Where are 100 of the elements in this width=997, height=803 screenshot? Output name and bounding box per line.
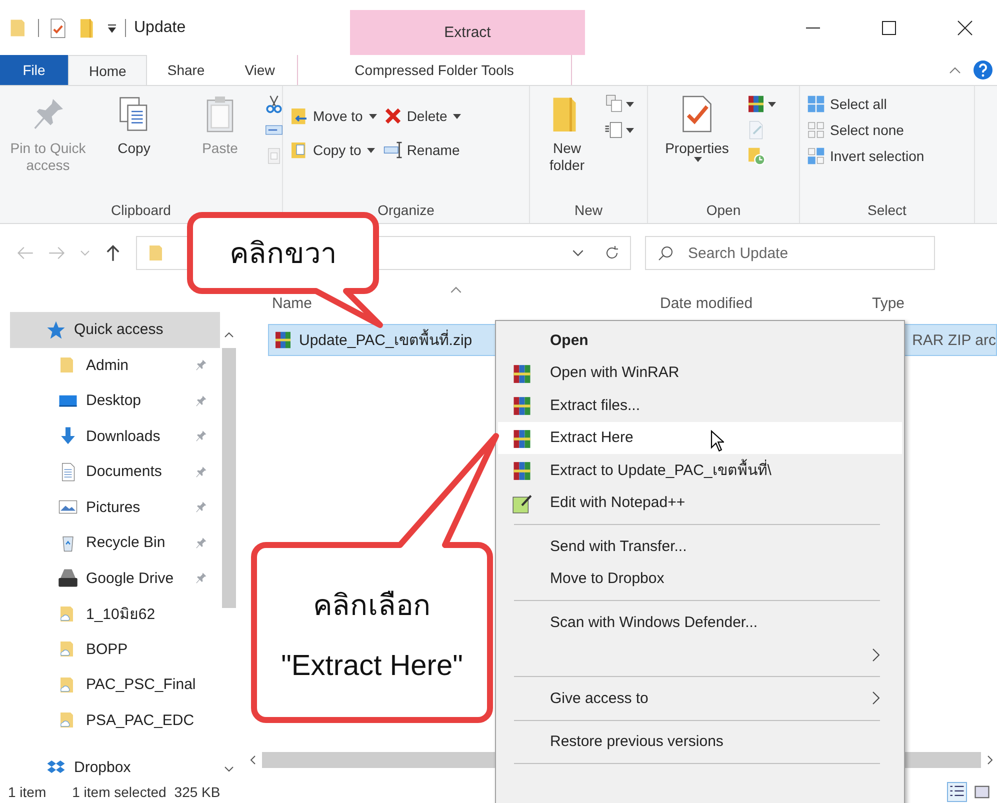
ribbon-icon-button[interactable] [746, 94, 776, 114]
context-tab-header: Extract [350, 10, 585, 55]
menu-item[interactable]: Extract Here [498, 422, 902, 454]
maximize-icon[interactable] [881, 20, 897, 36]
nav-item[interactable]: Quick access [10, 312, 220, 348]
star-icon [46, 320, 66, 340]
callout-text: คลิกเลือก [313, 589, 431, 624]
search-field[interactable]: Search Update [686, 244, 922, 262]
nav-item[interactable]: Downloads [0, 418, 220, 454]
ribbon-button[interactable]: Rename [382, 140, 462, 160]
scroll-down-icon[interactable] [224, 766, 234, 772]
ribbon-button[interactable]: Move to [289, 106, 377, 126]
menu-item[interactable]: Send with Transfer... [498, 530, 902, 562]
ribbon-button[interactable]: Select all [806, 94, 924, 114]
new-item-icon [604, 94, 624, 114]
move-folder-icon [289, 106, 309, 126]
ribbon-button[interactable]: Copy [92, 94, 176, 157]
nav-item[interactable]: Documents [0, 454, 220, 490]
menu-item[interactable]: Open [498, 324, 902, 356]
ribbon-button[interactable]: Select none [806, 120, 924, 140]
menu-item[interactable]: Edit with Notepad++ [498, 486, 902, 519]
column-header[interactable]: Date modified [660, 295, 872, 312]
scroll-left-icon[interactable] [250, 755, 256, 765]
scissors-icon [264, 94, 284, 114]
ribbon-icon-button[interactable] [604, 120, 634, 140]
nav-item[interactable]: Recycle Bin [0, 525, 220, 560]
dropdown-caret-icon[interactable] [572, 249, 584, 257]
window-title: Update [134, 18, 186, 36]
menu-item[interactable]: Give access to [498, 682, 902, 714]
callout-text: "Extract Here" [281, 650, 463, 683]
refresh-icon[interactable] [604, 245, 620, 261]
search-bar[interactable]: Search Update [645, 236, 935, 270]
menu-item[interactable]: Open with WinRAR [498, 356, 902, 389]
menu-item[interactable]: Scan with Windows Defender... [498, 606, 902, 638]
nav-item[interactable]: Desktop [0, 383, 220, 418]
ribbon-icon-button[interactable] [604, 94, 634, 114]
menu-item[interactable]: Restore previous versions [498, 726, 902, 758]
column-header[interactable]: Type [872, 295, 905, 312]
ribbon-tab[interactable]: Share [147, 55, 225, 85]
select-none-icon [806, 120, 826, 140]
up-arrow-icon[interactable] [104, 244, 122, 262]
ribbon-button[interactable]: New folder [536, 94, 598, 174]
ribbon-button[interactable]: Delete [382, 106, 462, 126]
pin-icon [194, 394, 208, 408]
ribbon-button[interactable]: Properties [654, 94, 740, 162]
archive-icon [746, 94, 766, 114]
archive-icon [511, 362, 533, 384]
scroll-right-icon[interactable] [987, 755, 993, 765]
group-label: Select [866, 201, 908, 220]
scroll-up-icon[interactable] [224, 332, 234, 338]
pin-icon [194, 500, 208, 514]
scroll-thumb[interactable] [222, 348, 236, 608]
ribbon-tab[interactable]: File [0, 55, 68, 85]
rename-icon [382, 140, 403, 160]
menu-item[interactable]: Move to Dropbox [498, 562, 902, 595]
pin-icon [194, 358, 208, 372]
pin-icon [194, 464, 208, 479]
ribbon-button[interactable]: Invert selection [806, 146, 924, 166]
archive-icon [273, 330, 293, 350]
select-all-icon [806, 94, 826, 114]
nav-item[interactable]: BOPP [0, 632, 220, 667]
history-icon [746, 146, 766, 166]
menu-item[interactable]: Extract files... [498, 389, 902, 422]
selection-count: 1 item selected [72, 784, 166, 800]
search-icon [658, 245, 674, 261]
document-icon [604, 120, 624, 140]
invert-selection-icon [806, 146, 826, 166]
notepad-icon [511, 492, 533, 514]
help-icon[interactable] [973, 60, 993, 80]
column-header[interactable]: Name [242, 295, 442, 312]
archive-icon [511, 460, 533, 482]
nav-item[interactable]: PAC_PSC_Final [0, 667, 220, 702]
mouse-pointer-icon [710, 430, 724, 452]
ribbon-button[interactable]: Copy to [289, 140, 377, 160]
selection-size: 325 KB [174, 784, 220, 800]
nav-item[interactable]: Google Drive [0, 560, 220, 596]
details-view-icon[interactable] [947, 782, 967, 802]
pin-icon [194, 571, 208, 586]
close-icon[interactable] [957, 20, 973, 36]
nav-item[interactable]: Dropbox [0, 750, 220, 786]
group-label: Clipboard [110, 201, 172, 220]
ribbon-tab[interactable]: Compressed Folder Tools [296, 55, 572, 85]
ribbon-tab[interactable]: View [224, 55, 295, 85]
nav-item[interactable]: 1_10มิย62 [0, 596, 220, 632]
nav-item[interactable]: PSA_PAC_EDC [0, 702, 220, 738]
collapse-ribbon-icon[interactable] [949, 66, 961, 74]
menu-item[interactable]: Extract to Update_PAC_เขตพื้นที่\ [498, 454, 902, 486]
sort-chevron-icon [450, 286, 462, 294]
nav-item[interactable]: Admin [0, 348, 220, 383]
pin-icon [194, 536, 208, 550]
ribbon-tab[interactable]: Home [68, 55, 148, 85]
file-type: RAR ZIP arc [912, 332, 996, 348]
ribbon-icon-button[interactable] [264, 94, 284, 114]
callout-text: คลิกขวา [230, 237, 336, 272]
archive-icon [511, 395, 533, 417]
nav-item[interactable]: Pictures [0, 490, 220, 525]
archive-icon [511, 428, 533, 450]
delete-icon [382, 106, 403, 126]
item-count: 1 item [8, 784, 46, 800]
customize-caret-icon[interactable] [107, 22, 117, 32]
